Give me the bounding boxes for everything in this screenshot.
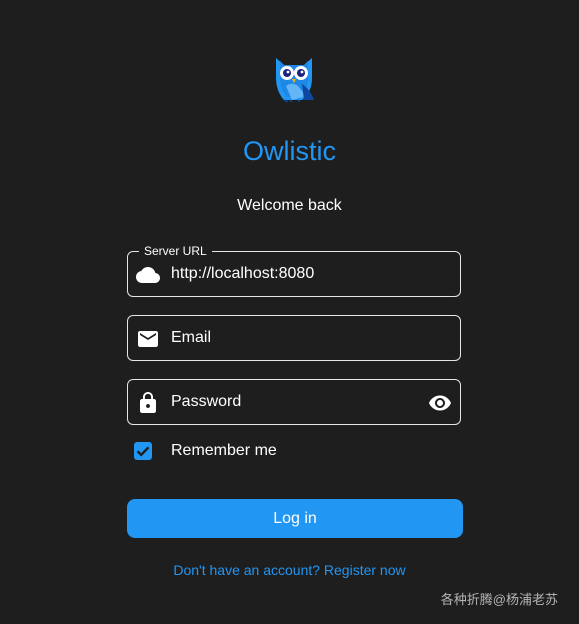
remember-me-checkbox[interactable] [134,442,152,460]
lock-icon [140,392,156,413]
server-url-label: Server URL [139,243,212,259]
email-icon [138,331,158,347]
password-input[interactable]: Password [171,393,241,411]
watermark-text: 各种折腾@杨浦老苏 [440,592,558,607]
server-url-input[interactable]: http://localhost:8080 [171,265,314,283]
register-link[interactable]: Don't have an account? Register now [0,562,579,578]
welcome-subtitle: Welcome back [237,197,342,214]
email-field[interactable]: Email [127,315,461,361]
login-button[interactable]: Log in [127,499,463,538]
remember-me-label: Remember me [171,442,277,459]
password-field[interactable]: Password [127,379,461,425]
checkmark-icon [136,446,150,457]
email-input[interactable]: Email [171,329,211,347]
cloud-icon [136,267,160,283]
eye-icon[interactable] [428,391,452,415]
app-title: Owlistic [243,136,336,166]
login-page: Owlistic Welcome back Server URL http://… [0,0,579,624]
owl-logo-icon [276,58,314,102]
server-url-field[interactable]: Server URL http://localhost:8080 [127,243,461,297]
